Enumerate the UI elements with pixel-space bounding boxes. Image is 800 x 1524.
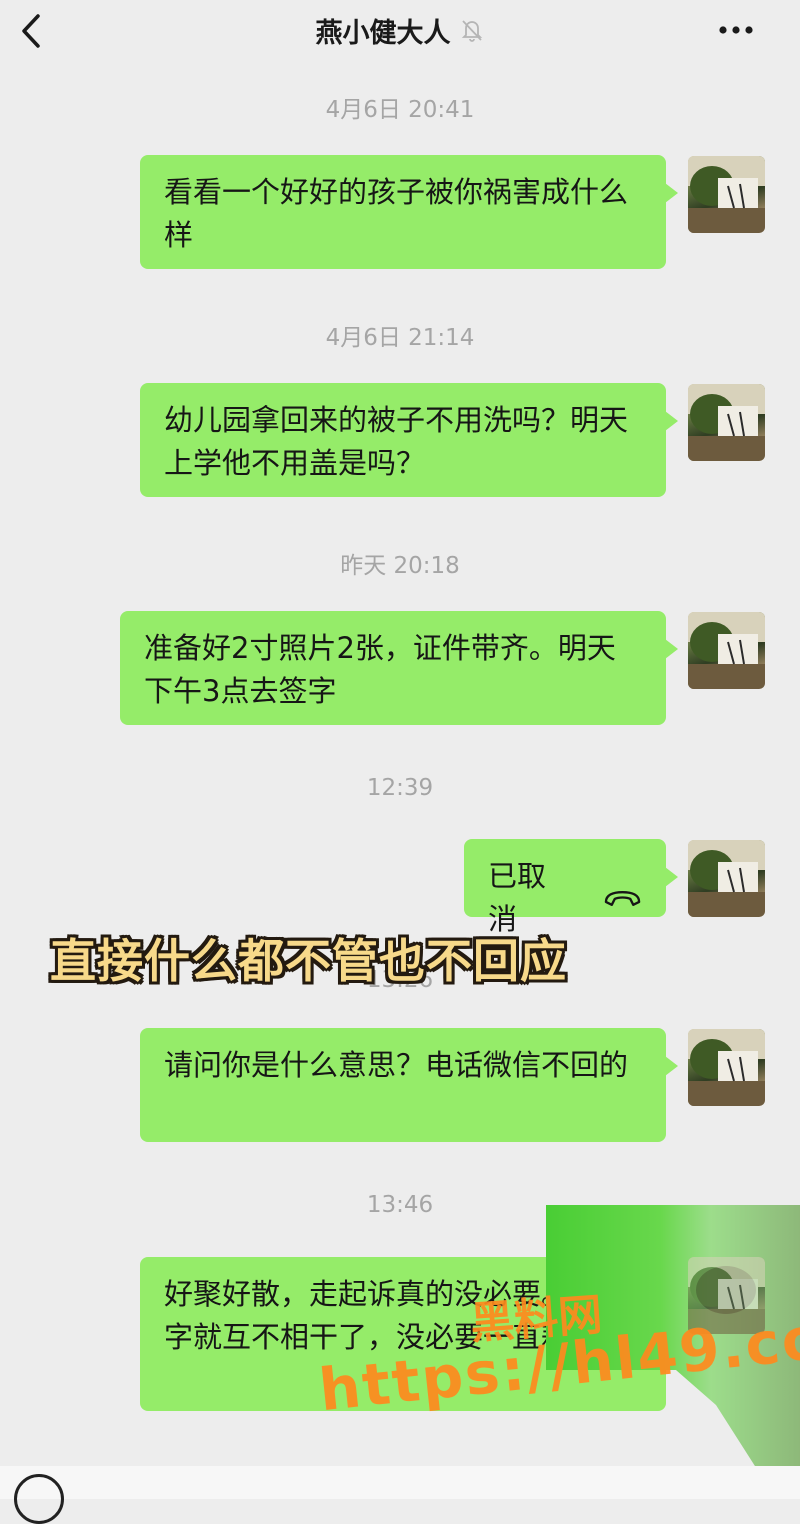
title-group: 燕小健大人 [0,10,800,50]
video-caption: 直接什么都不管也不回应 [50,934,567,988]
chat-header: 燕小健大人 [0,0,800,64]
avatar[interactable] [688,156,765,233]
input-bar [0,1466,800,1499]
message-text: 准备好2寸照片2张，证件带齐。明天下午3点去签字 [144,631,616,708]
timestamp: 4月6日 20:41 [325,97,475,123]
message-bubble[interactable]: 请问你是什么意思？电话微信不回的 [140,1028,678,1142]
chat-title[interactable]: 燕小健大人 [316,11,451,50]
timestamp: 4月6日 21:14 [325,325,475,351]
avatar[interactable] [688,1029,765,1106]
message-bubble[interactable]: 看看一个好好的孩子被你祸害成什么样 [140,155,678,269]
timestamp: 昨天 20:18 [340,553,460,579]
avatar[interactable] [688,840,765,917]
bell-mute-icon [461,20,482,42]
message-text: 看看一个好好的孩子被你祸害成什么样 [164,175,629,252]
message-text: 幼儿园拿回来的被子不用洗吗？明天上学他不用盖是吗？ [164,403,629,480]
ellipsis-icon[interactable] [716,18,756,42]
message-bubble[interactable]: 准备好2寸照片2张，证件带齐。明天下午3点去签字 [120,611,678,725]
voice-input-icon[interactable] [14,1474,64,1524]
timestamp: 12:39 [366,775,434,801]
message-bubble[interactable]: 幼儿园拿回来的被子不用洗吗？明天上学他不用盖是吗？ [140,383,678,497]
call-bubble[interactable]: 已取消 [464,839,678,936]
message-text: 请问你是什么意思？电话微信不回的 [164,1048,629,1082]
avatar[interactable] [688,384,765,461]
phone-hangup-icon [604,890,641,907]
avatar[interactable] [688,612,765,689]
